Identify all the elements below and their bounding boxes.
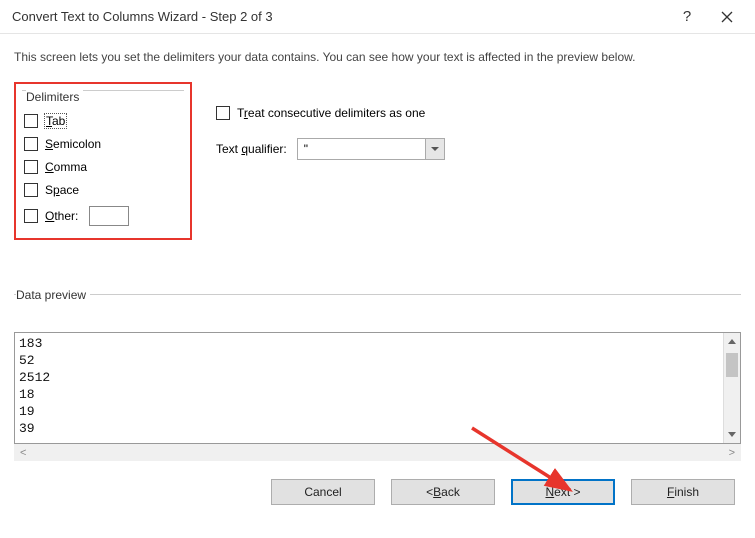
- cancel-button[interactable]: Cancel: [271, 479, 375, 505]
- checkbox-other[interactable]: Other:: [24, 206, 180, 226]
- data-preview-content: 183 52 2512 18 19 39: [15, 333, 723, 443]
- intro-text: This screen lets you set the delimiters …: [14, 50, 741, 64]
- checkbox-icon: [216, 106, 230, 120]
- close-button[interactable]: [707, 2, 747, 32]
- data-preview-group: Data preview 183 52 2512 18 19 39 < >: [14, 288, 741, 461]
- checkbox-icon: [24, 137, 38, 151]
- data-preview-box: 183 52 2512 18 19 39: [14, 332, 741, 444]
- arrow-up-icon: [728, 339, 736, 344]
- close-icon: [721, 11, 733, 23]
- scroll-up-button[interactable]: [724, 333, 740, 350]
- next-button[interactable]: Next >: [511, 479, 615, 505]
- checkbox-semicolon[interactable]: Semicolon: [24, 137, 180, 151]
- text-qualifier-dropdown-button[interactable]: [425, 138, 445, 160]
- back-button[interactable]: < Back: [391, 479, 495, 505]
- delimiters-group: Delimiters Tab Semicolon Comma Sppaceace: [14, 82, 192, 240]
- checkbox-other-label: Other:: [45, 209, 78, 223]
- chevron-down-icon: [431, 147, 439, 151]
- checkbox-icon: [24, 114, 38, 128]
- text-qualifier-label: Text qualifier:: [216, 142, 287, 156]
- scroll-down-button[interactable]: [724, 426, 740, 443]
- other-delimiter-input[interactable]: [89, 206, 129, 226]
- checkbox-tab[interactable]: Tab: [24, 114, 180, 128]
- checkbox-tab-label: Tab: [45, 114, 66, 128]
- checkbox-icon: [24, 209, 38, 223]
- scroll-left-button[interactable]: <: [20, 447, 26, 459]
- vertical-scrollbar[interactable]: [723, 333, 740, 443]
- checkbox-comma[interactable]: Comma: [24, 160, 180, 174]
- checkbox-icon: [24, 183, 38, 197]
- checkbox-space-label: Sppaceace: [45, 183, 79, 197]
- scroll-thumb[interactable]: [726, 353, 738, 377]
- treat-consecutive-label: Treat consecutive delimiters as onereat …: [237, 106, 425, 120]
- title-bar: Convert Text to Columns Wizard - Step 2 …: [0, 0, 755, 34]
- window-title: Convert Text to Columns Wizard - Step 2 …: [12, 9, 667, 24]
- text-qualifier-value[interactable]: ": [297, 138, 425, 160]
- checkbox-semicolon-label: Semicolon: [45, 137, 101, 151]
- scroll-right-button[interactable]: >: [729, 447, 735, 459]
- checkbox-space[interactable]: Sppaceace: [24, 183, 180, 197]
- help-button[interactable]: ?: [667, 2, 707, 32]
- finish-button[interactable]: Finish: [631, 479, 735, 505]
- button-row: Cancel < Back Next > Finish: [14, 479, 741, 505]
- horizontal-scrollbar[interactable]: < >: [14, 444, 741, 461]
- checkbox-comma-label: Comma: [45, 160, 87, 174]
- checkbox-treat-consecutive[interactable]: Treat consecutive delimiters as onereat …: [216, 106, 445, 120]
- text-qualifier-combo[interactable]: ": [297, 138, 445, 160]
- data-preview-legend: Data preview: [16, 288, 90, 302]
- checkbox-icon: [24, 160, 38, 174]
- delimiters-legend: Delimiters: [26, 90, 83, 104]
- arrow-down-icon: [728, 432, 736, 437]
